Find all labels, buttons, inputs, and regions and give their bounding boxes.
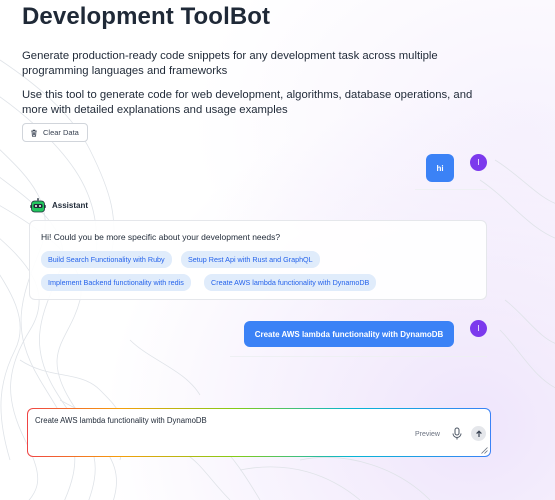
microphone-icon[interactable]	[451, 427, 463, 440]
suggestion-chip[interactable]: Create AWS lambda functionality with Dyn…	[204, 274, 377, 291]
send-button[interactable]	[471, 426, 486, 441]
user-message-text: hi	[436, 163, 444, 173]
user-avatar-initial: I	[477, 158, 480, 167]
page-description: Generate production-ready code snippets …	[22, 50, 438, 77]
user-message: Create AWS lambda functionality with Dyn…	[244, 321, 454, 347]
assistant-sender-label: Assistant	[52, 201, 89, 210]
user-message: hi	[426, 154, 454, 182]
preview-button[interactable]: Preview	[415, 431, 440, 438]
page-usage-description: Use this tool to generate code for web d…	[22, 89, 473, 116]
assistant-message: Hi! Could you be more specific about you…	[29, 220, 487, 300]
message-divider	[415, 189, 487, 190]
resize-handle-icon[interactable]	[480, 446, 488, 454]
message-divider	[230, 356, 487, 357]
suggestion-chip[interactable]: Setup Rest Api with Rust and GraphQL	[181, 251, 320, 268]
user-avatar-initial: I	[477, 324, 480, 333]
robot-icon	[30, 198, 46, 213]
suggestion-chip[interactable]: Build Search Functionality with Ruby	[41, 251, 172, 268]
clear-data-button[interactable]: Clear Data	[22, 123, 88, 142]
arrow-up-icon	[475, 429, 482, 437]
user-message-text: Create AWS lambda functionality with Dyn…	[254, 329, 444, 339]
chat-input-container: Create AWS lambda functionality with Dyn…	[27, 408, 491, 457]
chat-input[interactable]: Create AWS lambda functionality with Dyn…	[28, 409, 490, 456]
user-avatar: I	[470, 154, 487, 171]
clear-data-label: Clear Data	[43, 128, 79, 137]
chat-input-text[interactable]: Create AWS lambda functionality with Dyn…	[35, 416, 207, 425]
suggestion-chip[interactable]: Implement Backend functionality with red…	[41, 274, 191, 291]
user-avatar: I	[470, 320, 487, 337]
assistant-message-text: Hi! Could you be more specific about you…	[41, 232, 281, 242]
trash-icon	[31, 129, 37, 137]
page-title: Development ToolBot	[22, 3, 271, 30]
